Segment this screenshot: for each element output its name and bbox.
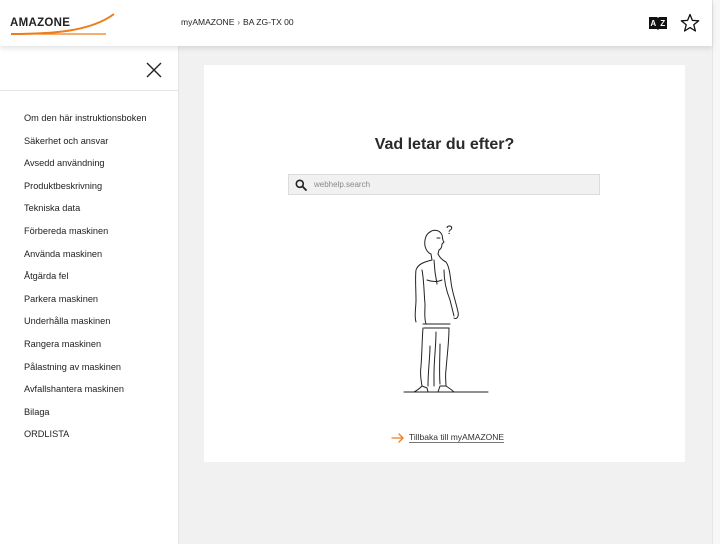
sidebar-item-ordlista[interactable]: ORDLISTA — [24, 428, 147, 451]
sidebar-item-parkera[interactable]: Parkera maskinen — [24, 293, 147, 316]
svg-text:A: A — [650, 19, 656, 28]
sidebar-item-forbereda[interactable]: Förbereda maskinen — [24, 225, 147, 248]
sidebar-item-anvanda[interactable]: Använda maskinen — [24, 248, 147, 271]
close-icon[interactable] — [145, 61, 163, 79]
sidebar-item-underhalla[interactable]: Underhålla maskinen — [24, 315, 147, 338]
breadcrumb: myAMAZONE › BA ZG-TX 00 — [181, 17, 294, 27]
favorite-star-icon[interactable] — [680, 13, 700, 33]
sidebar-nav: Om den här instruktionsboken Säkerhet oc… — [24, 112, 147, 451]
thinking-person-illustration: ? — [394, 220, 494, 398]
sidebar-item-palastning[interactable]: Pålastning av maskinen — [24, 361, 147, 384]
sidebar-item-avsedd-anvandning[interactable]: Avsedd användning — [24, 157, 147, 180]
top-header: AMAZONE myAMAZONE › BA ZG-TX 00 A Z — [0, 0, 712, 46]
amazone-logo[interactable]: AMAZONE — [10, 12, 120, 38]
sidebar-item-rangera[interactable]: Rangera maskinen — [24, 338, 147, 361]
back-to-myamazone-link[interactable]: Tillbaka till myAMAZONE — [391, 432, 505, 443]
arrow-right-icon — [391, 432, 404, 443]
search-input[interactable] — [314, 176, 594, 193]
breadcrumb-separator: › — [237, 17, 241, 27]
sidebar-item-tekniska-data[interactable]: Tekniska data — [24, 202, 147, 225]
svg-text:Z: Z — [660, 19, 665, 28]
sidebar-divider — [0, 90, 178, 91]
back-link-label: Tillbaka till myAMAZONE — [409, 432, 505, 443]
logo-text: AMAZONE — [10, 17, 71, 29]
search-panel: Vad letar du efter? ? — [204, 65, 685, 462]
dictionary-icon[interactable]: A Z — [648, 13, 668, 33]
page-scrollbar[interactable] — [712, 0, 720, 544]
sidebar-item-om-instruktionsboken[interactable]: Om den här instruktionsboken — [24, 112, 147, 135]
search-box[interactable] — [288, 174, 600, 195]
sidebar-item-sakerhet[interactable]: Säkerhet och ansvar — [24, 135, 147, 158]
page-title: Vad letar du efter? — [374, 136, 515, 153]
search-icon — [295, 179, 307, 191]
breadcrumb-item-current: BA ZG-TX 00 — [243, 17, 294, 27]
question-mark-text: ? — [446, 223, 453, 237]
sidebar-item-produktbeskrivning[interactable]: Produktbeskrivning — [24, 180, 147, 203]
sidebar-item-atgarda-fel[interactable]: Åtgärda fel — [24, 270, 147, 293]
sidebar-item-avfallshantera[interactable]: Avfallshantera maskinen — [24, 383, 147, 406]
sidebar-item-bilaga[interactable]: Bilaga — [24, 406, 147, 429]
sidebar: Om den här instruktionsboken Säkerhet oc… — [0, 46, 179, 544]
breadcrumb-item-home[interactable]: myAMAZONE — [181, 17, 234, 27]
